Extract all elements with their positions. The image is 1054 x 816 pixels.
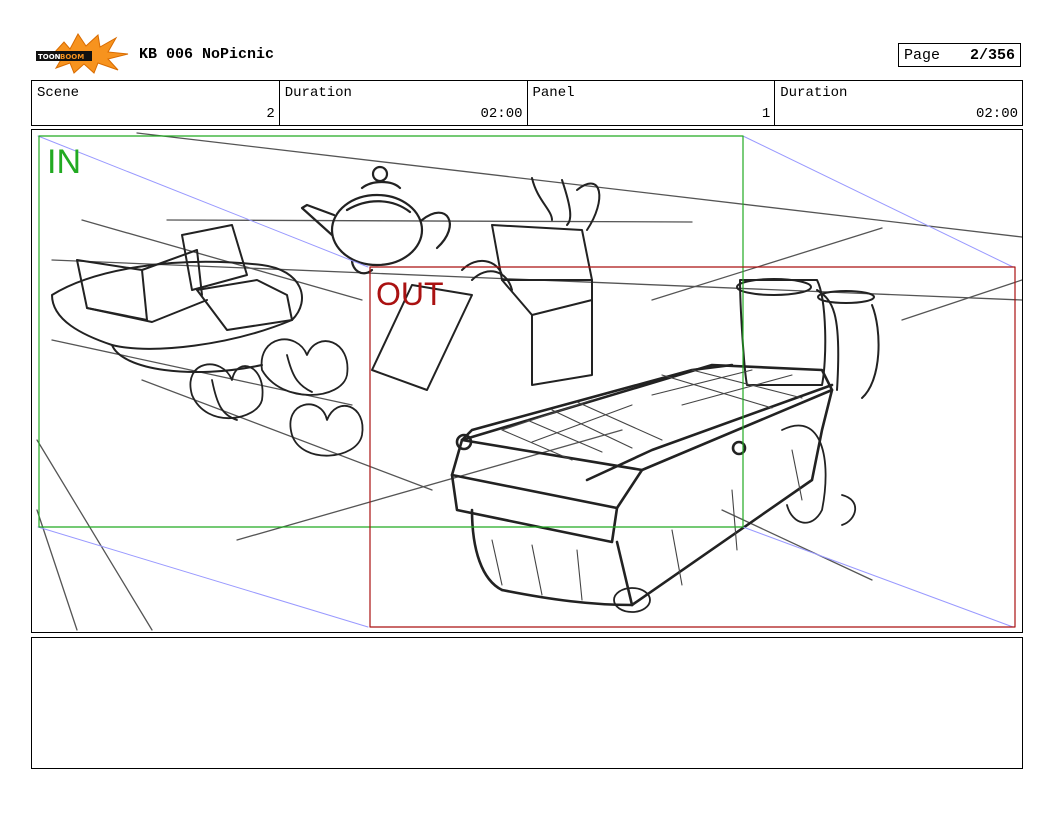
in-frame-label: IN <box>47 143 81 181</box>
scene-label: Scene <box>37 85 80 101</box>
out-frame-label: OUT <box>376 276 444 312</box>
toonboom-logo-icon: TOON BOOM <box>34 32 130 74</box>
scene-info-table: Scene 2 Duration 02:00 Panel 1 Duration … <box>31 80 1023 126</box>
panel-label: Panel <box>532 85 575 101</box>
storyboard-panel[interactable]: IN OUT <box>31 129 1023 633</box>
storyboard-sketch <box>36 132 1022 631</box>
scene-duration-label: Duration <box>284 85 352 101</box>
svg-text:BOOM: BOOM <box>60 53 84 61</box>
svg-text:TOON: TOON <box>38 53 61 61</box>
scene-cell: Scene 2 <box>32 81 280 125</box>
page-indicator: Page 2/356 <box>898 43 1021 67</box>
panel-duration-cell: Duration 02:00 <box>775 81 1022 125</box>
panel-notes-box[interactable] <box>31 637 1023 769</box>
document-title: KB 006 NoPicnic <box>139 46 275 63</box>
panel-duration-value: 02:00 <box>975 106 1018 122</box>
panel-duration-label: Duration <box>780 85 848 101</box>
page-number: 2/356 <box>969 46 1015 64</box>
panel-value: 1 <box>761 106 771 122</box>
scene-value: 2 <box>266 106 275 122</box>
page-label: Page <box>904 46 941 64</box>
panel-cell: Panel 1 <box>528 81 776 125</box>
scene-duration-value: 02:00 <box>480 106 523 122</box>
scene-duration-cell: Duration 02:00 <box>280 81 528 125</box>
